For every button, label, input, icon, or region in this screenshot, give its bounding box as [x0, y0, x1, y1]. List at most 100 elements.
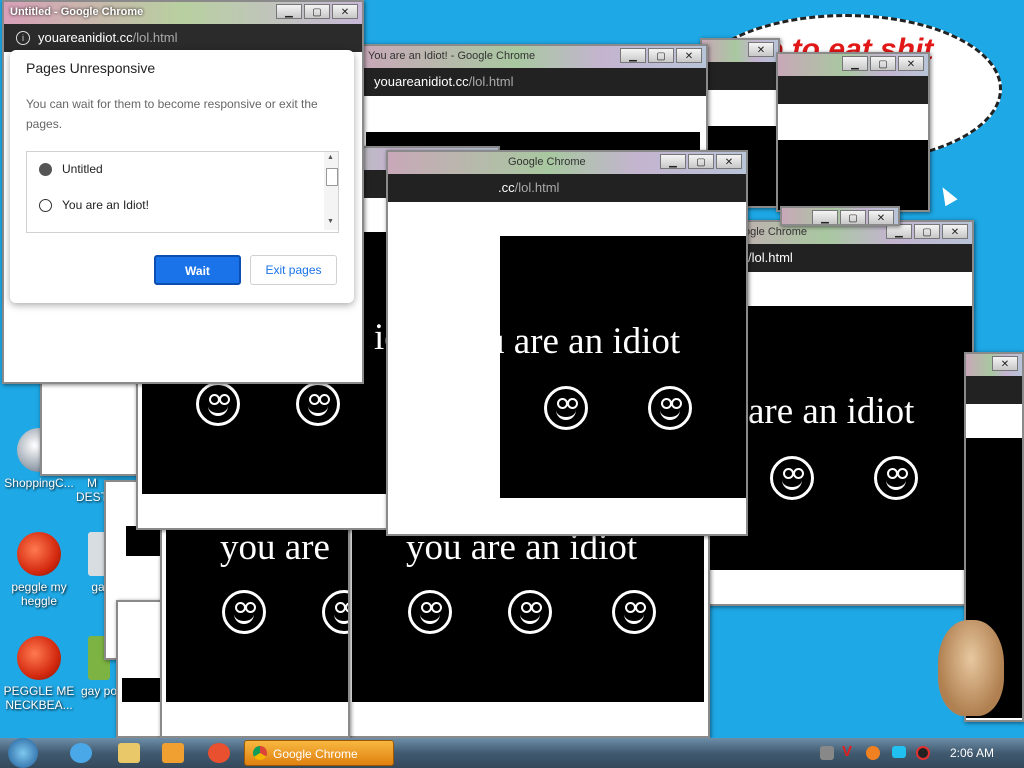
minimize-button[interactable]: ▁ [886, 224, 912, 239]
smiley-icon [322, 590, 348, 634]
chrome-window[interactable]: ▁ ▢ ✕ [776, 52, 930, 212]
peggle-icon [17, 636, 61, 680]
pages-unresponsive-dialog: Pages Unresponsive You can wait for them… [10, 50, 354, 303]
chrome-window-fragment[interactable]: ▁ ▢ ✕ [780, 206, 900, 226]
window-title: Untitled - Google Chrome [10, 6, 144, 18]
url-path: /lol.html [468, 74, 514, 89]
url-domain: youareanidiot.cc [374, 74, 469, 89]
close-button[interactable]: ✕ [748, 42, 774, 57]
desktop-icon-label: gay po [80, 684, 118, 698]
maximize-button[interactable]: ▢ [688, 154, 714, 169]
taskbar: Google Chrome V 2:06 AM [0, 738, 1024, 768]
url-path: /lol.html [514, 180, 560, 195]
minimize-button[interactable]: ▁ [276, 4, 302, 19]
taskbar-empty-area [400, 738, 816, 768]
idiot-text: u are an idiot [500, 321, 681, 362]
title-bar[interactable]: Google Chrome ▁ ▢ ✕ [388, 152, 746, 174]
task-label: Google Chrome [273, 747, 358, 761]
idiot-text: are an idiot [748, 391, 915, 432]
desktop-icon-label: ShoppingC... [4, 476, 74, 490]
close-button[interactable]: ✕ [992, 356, 1018, 371]
page-black-area [126, 526, 162, 556]
address-bar[interactable]: youareanidiot.cc/lol.html [362, 68, 706, 96]
cursor-icon [936, 183, 958, 207]
minimize-button[interactable]: ▁ [660, 154, 686, 169]
window-controls: ▁ ▢ ✕ [660, 154, 742, 169]
exit-pages-button[interactable]: Exit pages [250, 255, 337, 285]
clock[interactable]: 2:06 AM [950, 746, 994, 760]
url-text: youareanidiot.cc/lol.html [38, 30, 177, 45]
window-controls: ▁ ▢ ✕ [812, 210, 894, 224]
desktop-icon-peggle-my-heggle[interactable]: peggle my heggle [2, 532, 76, 608]
address-bar[interactable] [966, 376, 1022, 404]
smiley-icon [296, 382, 340, 426]
scrollbar[interactable]: ▲ ▼ [324, 152, 338, 230]
scroll-thumb[interactable] [326, 168, 338, 186]
maximize-button[interactable]: ▢ [840, 210, 866, 224]
title-bar[interactable]: ▁ ▢ ✕ [778, 54, 928, 76]
network-icon[interactable] [820, 746, 834, 760]
window-title: You are an Idiot! - Google Chrome [368, 50, 536, 62]
desktop-icon-label: peggle my heggle [11, 580, 67, 608]
app-icon[interactable] [208, 743, 230, 763]
smiley-icon [408, 590, 452, 634]
wait-button[interactable]: Wait [154, 255, 241, 285]
start-button[interactable] [8, 738, 38, 768]
file-explorer-icon[interactable] [118, 743, 140, 763]
info-icon[interactable]: i [16, 31, 30, 45]
record-icon[interactable] [916, 746, 930, 760]
desktop-icon-peggle-me[interactable]: PEGGLE ME NECKBEA... [2, 636, 76, 712]
address-bar[interactable] [702, 62, 778, 90]
smiley-icon [612, 590, 656, 634]
minimize-button[interactable]: ▁ [812, 210, 838, 224]
maximize-button[interactable]: ▢ [914, 224, 940, 239]
url-text: /lol.html [748, 250, 793, 265]
close-button[interactable]: ✕ [942, 224, 968, 239]
window-controls: ▁ ▢ ✕ [886, 224, 968, 239]
maximize-button[interactable]: ▢ [870, 56, 896, 71]
address-bar[interactable]: .cc/lol.html [388, 174, 746, 202]
address-bar[interactable]: i youareanidiot.cc/lol.html [4, 24, 362, 52]
minimize-button[interactable]: ▁ [842, 56, 868, 71]
close-button[interactable]: ✕ [332, 4, 358, 19]
smiley-icon [39, 199, 52, 213]
window-controls: ▁ ▢ ✕ [620, 48, 702, 63]
antivirus-icon[interactable]: V [842, 743, 852, 760]
page-label: Untitled [62, 162, 103, 176]
close-button[interactable]: ✕ [868, 210, 894, 224]
title-bar[interactable]: ✕ [702, 40, 778, 62]
page-black-area: u are an idiot [500, 236, 746, 498]
internet-explorer-icon[interactable] [70, 743, 92, 763]
media-player-icon[interactable] [162, 743, 184, 763]
dialog-message: You can wait for them to become responsi… [26, 97, 318, 131]
address-bar[interactable] [778, 76, 928, 104]
peggle-icon [17, 532, 61, 576]
window-title: ogle Chrome [744, 226, 807, 238]
title-bar[interactable]: ▁ ▢ ✕ [782, 208, 898, 224]
list-item[interactable]: Untitled [39, 162, 103, 180]
close-button[interactable]: ✕ [676, 48, 702, 63]
chrome-icon [253, 746, 267, 760]
list-item[interactable]: You are an Idiot! [39, 198, 149, 216]
close-button[interactable]: ✕ [716, 154, 742, 169]
scroll-up-icon[interactable]: ▲ [327, 154, 334, 161]
window-controls: ▁ ▢ ✕ [842, 56, 924, 71]
chrome-window[interactable]: Google Chrome ▁ ▢ ✕ .cc/lol.html u are a… [386, 150, 748, 536]
title-bar[interactable]: Untitled - Google Chrome ▁ ▢ ✕ [4, 2, 362, 24]
scroll-down-icon[interactable]: ▼ [327, 218, 334, 225]
maximize-button[interactable]: ▢ [648, 48, 674, 63]
close-button[interactable]: ✕ [898, 56, 924, 71]
chrome-window-fragment[interactable] [40, 380, 140, 476]
search-tray-icon[interactable] [866, 746, 880, 760]
title-bar[interactable]: You are an Idiot! - Google Chrome ▁ ▢ ✕ [362, 46, 706, 68]
smiley-icon [874, 456, 918, 500]
smiley-icon [770, 456, 814, 500]
display-icon[interactable] [892, 746, 906, 758]
smiley-icon [222, 590, 266, 634]
taskbar-task-chrome[interactable]: Google Chrome [244, 740, 394, 766]
smiley-icon [508, 590, 552, 634]
unresponsive-pages-list[interactable]: Untitled You are an Idiot! ▲ ▼ [26, 151, 339, 233]
title-bar[interactable]: ✕ [966, 354, 1022, 376]
maximize-button[interactable]: ▢ [304, 4, 330, 19]
minimize-button[interactable]: ▁ [620, 48, 646, 63]
